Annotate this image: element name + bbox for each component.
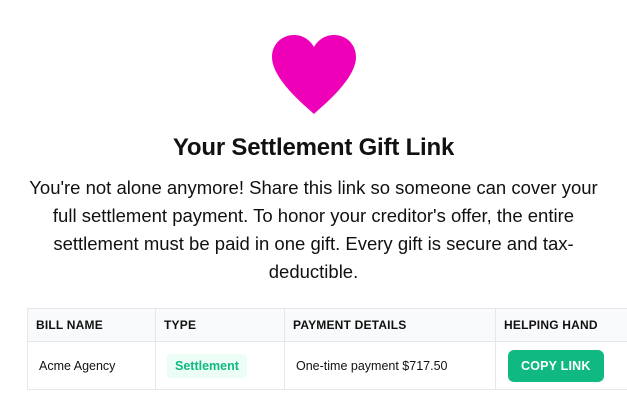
hero-heart xyxy=(0,34,627,116)
settlement-badge: Settlement xyxy=(167,353,247,378)
bills-table-container: BILL NAME TYPE PAYMENT DETAILS HELPING H… xyxy=(27,308,627,390)
payment-details-cell: One-time payment $717.50 xyxy=(284,341,496,390)
intro-message: You're not alone anymore! Share this lin… xyxy=(29,177,598,282)
type-cell: Settlement xyxy=(155,341,285,390)
heart-icon xyxy=(271,35,356,114)
table-header-row: BILL NAME TYPE PAYMENT DETAILS HELPING H… xyxy=(27,308,627,342)
header-bill-name: BILL NAME xyxy=(27,308,156,342)
helping-hand-cell: COPY LINK xyxy=(495,341,627,390)
page-title: Your Settlement Gift Link xyxy=(172,134,455,161)
header-type: TYPE xyxy=(155,308,285,342)
header-helping-hand: HELPING HAND xyxy=(495,308,627,342)
copy-link-button[interactable]: COPY LINK xyxy=(508,349,604,382)
bills-table: BILL NAME TYPE PAYMENT DETAILS HELPING H… xyxy=(27,308,627,390)
table-row: Acme Agency Settlement One-time payment … xyxy=(27,341,627,390)
header-payment-details: PAYMENT DETAILS xyxy=(284,308,496,342)
bill-name-cell: Acme Agency xyxy=(27,341,156,390)
